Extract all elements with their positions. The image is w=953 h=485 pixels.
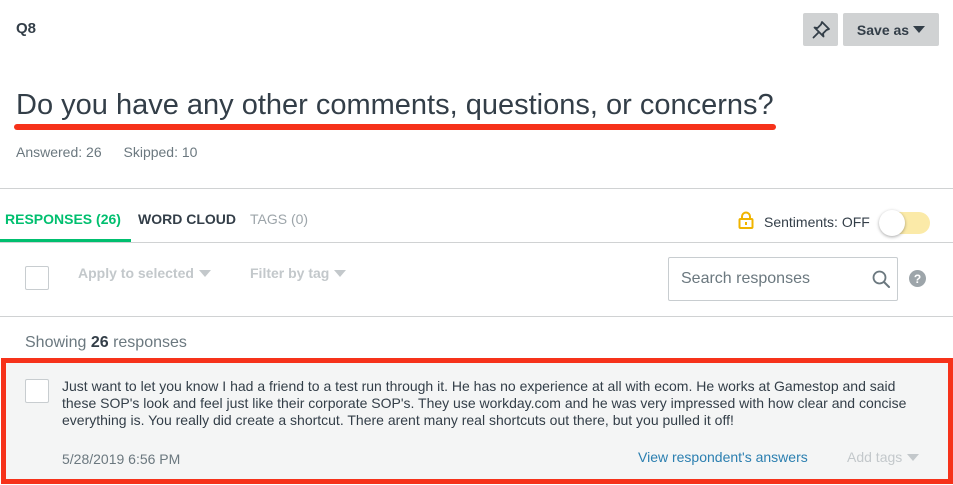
search-icon[interactable] xyxy=(871,269,891,289)
filter-by-tag-dropdown[interactable]: Filter by tag xyxy=(250,265,347,281)
pin-button[interactable] xyxy=(803,13,838,46)
annotation-underline xyxy=(14,124,776,130)
question-number: Q8 xyxy=(16,20,37,37)
save-as-label: Save as xyxy=(856,21,910,38)
question-stats: Answered: 26 Skipped: 10 xyxy=(16,144,215,160)
filter-by-tag-label: Filter by tag xyxy=(250,265,330,281)
lock-icon xyxy=(738,211,754,229)
apply-to-selected-label: Apply to selected xyxy=(78,265,194,281)
response-count: 26 xyxy=(90,334,109,351)
response-checkbox[interactable] xyxy=(25,379,49,403)
view-respondent-answers-link[interactable]: View respondent's answers xyxy=(638,449,808,465)
toggle-knob xyxy=(879,210,905,236)
tab-tags[interactable]: TAGS (0) xyxy=(250,211,308,227)
showing-suffix: responses xyxy=(113,334,187,351)
divider xyxy=(0,242,953,243)
skipped-count: Skipped: 10 xyxy=(123,144,198,160)
tab-word-cloud[interactable]: WORD CLOUD xyxy=(138,211,236,227)
tab-responses[interactable]: RESPONSES (26) xyxy=(5,211,121,227)
showing-prefix: Showing xyxy=(25,334,87,351)
pin-icon xyxy=(812,20,830,38)
apply-to-selected-dropdown[interactable]: Apply to selected xyxy=(78,265,211,281)
divider xyxy=(0,316,953,317)
search-input[interactable] xyxy=(681,268,861,290)
showing-count: Showing 26 responses xyxy=(25,334,187,352)
question-title: Do you have any other comments, question… xyxy=(16,89,774,121)
chevron-down-icon xyxy=(907,453,920,461)
chevron-down-icon xyxy=(913,26,926,33)
search-box xyxy=(668,257,898,301)
response-date: 5/28/2019 6:56 PM xyxy=(62,451,181,467)
sentiments-label: Sentiments: OFF xyxy=(764,214,870,230)
sentiments-toggle[interactable] xyxy=(879,210,930,236)
divider xyxy=(0,188,953,189)
add-tags-label: Add tags xyxy=(847,449,903,465)
add-tags-dropdown[interactable]: Add tags xyxy=(847,449,920,465)
help-icon[interactable]: ? xyxy=(909,270,926,287)
save-as-button[interactable]: Save as xyxy=(843,13,939,46)
chevron-down-icon xyxy=(198,269,211,277)
answered-count: Answered: 26 xyxy=(16,144,102,160)
chevron-down-icon xyxy=(334,269,347,277)
select-all-checkbox[interactable] xyxy=(25,266,49,290)
response-text: Just want to let you know I had a friend… xyxy=(62,378,907,428)
